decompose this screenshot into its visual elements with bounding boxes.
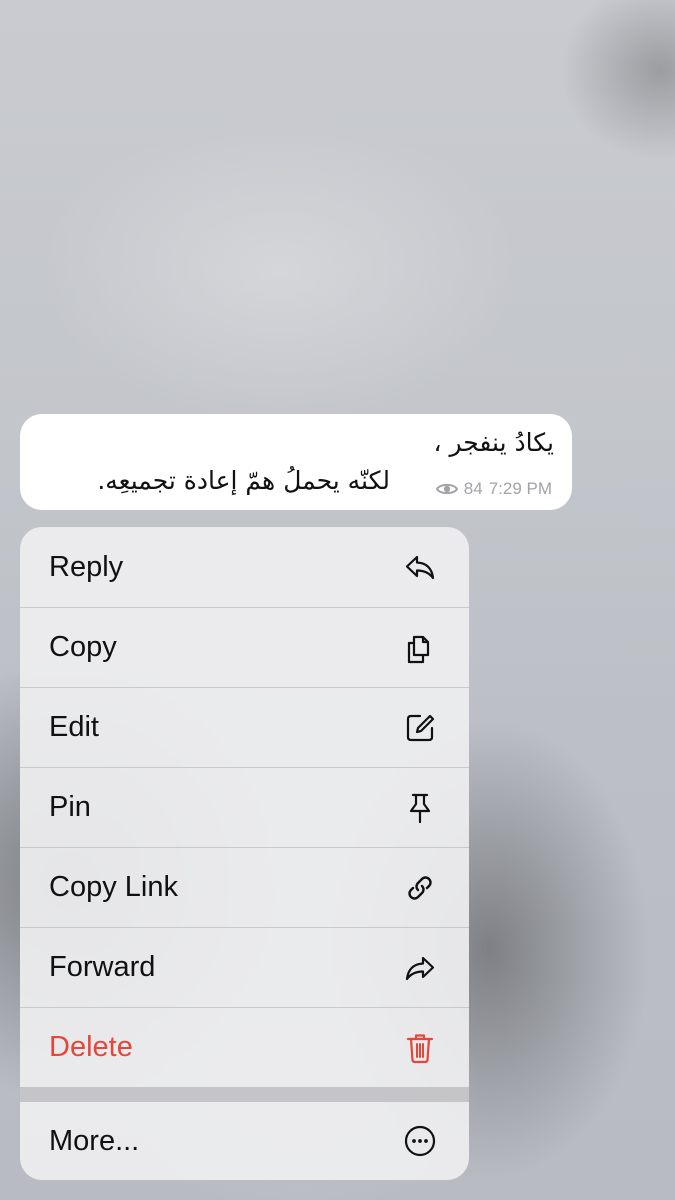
menu-item-label: Copy Link <box>49 871 178 903</box>
message-meta: 84 7:29 PM <box>435 478 552 500</box>
edit-icon <box>406 714 435 741</box>
menu-item-pin[interactable]: Pin <box>20 767 469 847</box>
more-icon <box>404 1125 436 1157</box>
forward-icon <box>405 956 435 980</box>
menu-item-forward[interactable]: Forward <box>20 927 469 1007</box>
menu-item-label: More... <box>49 1124 140 1157</box>
menu-item-label: Copy <box>49 631 117 663</box>
eye-icon <box>435 483 458 495</box>
menu-item-edit[interactable]: Edit <box>20 687 469 767</box>
menu-item-copy[interactable]: Copy <box>20 607 469 687</box>
message-bubble[interactable]: يكادُ ينفجر ، لكنّه يحملُ همّ إعادة تجمي… <box>20 414 572 510</box>
menu-item-label: Delete <box>49 1031 133 1063</box>
menu-separator <box>20 1087 469 1102</box>
context-menu: Reply Copy Edit Pin Copy Link Forward De… <box>20 527 469 1180</box>
copy-icon <box>407 635 430 663</box>
menu-item-more[interactable]: More... <box>20 1102 469 1180</box>
menu-item-label: Pin <box>49 791 91 823</box>
pin-icon <box>409 793 431 823</box>
message-text-line-2: لكنّه يحملُ همّ إعادة تجميعِه. <box>97 466 390 495</box>
menu-item-reply[interactable]: Reply <box>20 527 469 607</box>
link-icon <box>408 875 432 900</box>
trash-icon <box>406 1033 434 1063</box>
menu-item-label: Reply <box>49 550 124 583</box>
message-text-line-1: يكادُ ينفجر ، <box>433 428 554 457</box>
reply-icon <box>405 555 435 580</box>
message-time: 7:29 PM <box>488 479 552 498</box>
menu-item-label: Edit <box>49 711 99 743</box>
menu-item-copy-link[interactable]: Copy Link <box>20 847 469 927</box>
view-count: 84 <box>463 479 483 498</box>
menu-item-delete[interactable]: Delete <box>20 1007 469 1087</box>
menu-item-label: Forward <box>49 951 156 983</box>
